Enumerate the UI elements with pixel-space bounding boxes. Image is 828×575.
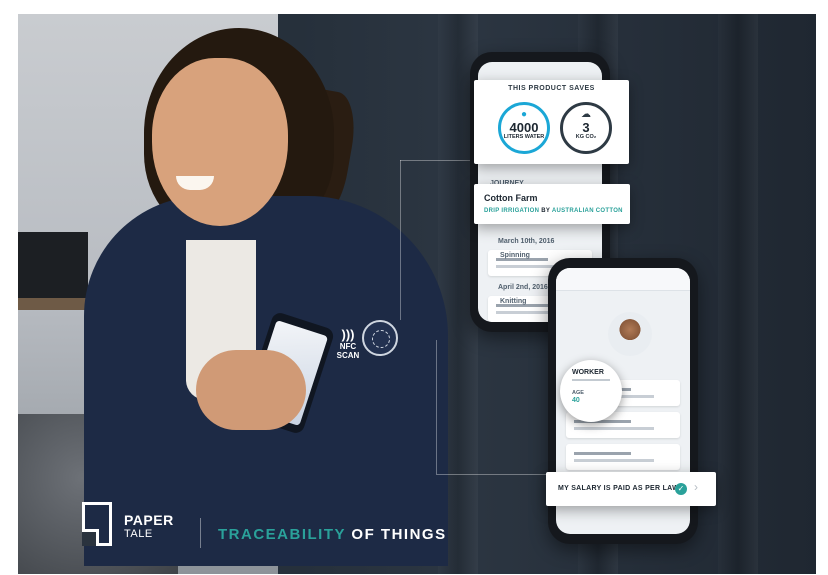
connector-line	[436, 340, 437, 474]
paper-tale-logo-icon	[82, 502, 112, 546]
chevron-right-icon[interactable]: ›	[694, 480, 698, 494]
salary-card[interactable]: MY SALARY IS PAID AS PER LAW ✓ ›	[546, 472, 716, 506]
brand-divider	[200, 518, 201, 548]
person-hand	[196, 350, 306, 430]
curtain-fold	[718, 14, 758, 574]
water-saving-circle: ● 4000 LITERS WATER	[498, 102, 550, 154]
connector-line	[400, 160, 401, 320]
tv	[18, 232, 88, 298]
nfc-icon: )))	[341, 327, 355, 342]
worker-card[interactable]: WORKER AGE 40	[560, 360, 622, 422]
cotton-farm-card[interactable]: Cotton Farm DRIP IRRIGATION BY AUSTRALIA…	[474, 184, 630, 224]
farm-subtitle: DRIP IRRIGATION BY AUSTRALIAN COTTON	[484, 208, 623, 214]
app-header	[556, 268, 690, 291]
worker-divider	[572, 379, 610, 381]
nfc-scan-label: ))) NFC SCAN	[330, 327, 366, 361]
connector-line	[436, 474, 546, 475]
person-face	[152, 58, 288, 226]
connector-line	[400, 160, 474, 161]
tagline: TRACEABILITY OF THINGS	[218, 526, 447, 543]
jacket-badge-icon	[362, 320, 398, 356]
check-icon: ✓	[675, 483, 687, 495]
worker-info-row[interactable]	[566, 444, 680, 470]
co2-saving-circle: ☁ 3 KG CO₂	[560, 102, 612, 154]
worker-avatar	[608, 312, 652, 356]
product-saves-card: THIS PRODUCT SAVES ● 4000 LITERS WATER ☁…	[474, 80, 629, 164]
